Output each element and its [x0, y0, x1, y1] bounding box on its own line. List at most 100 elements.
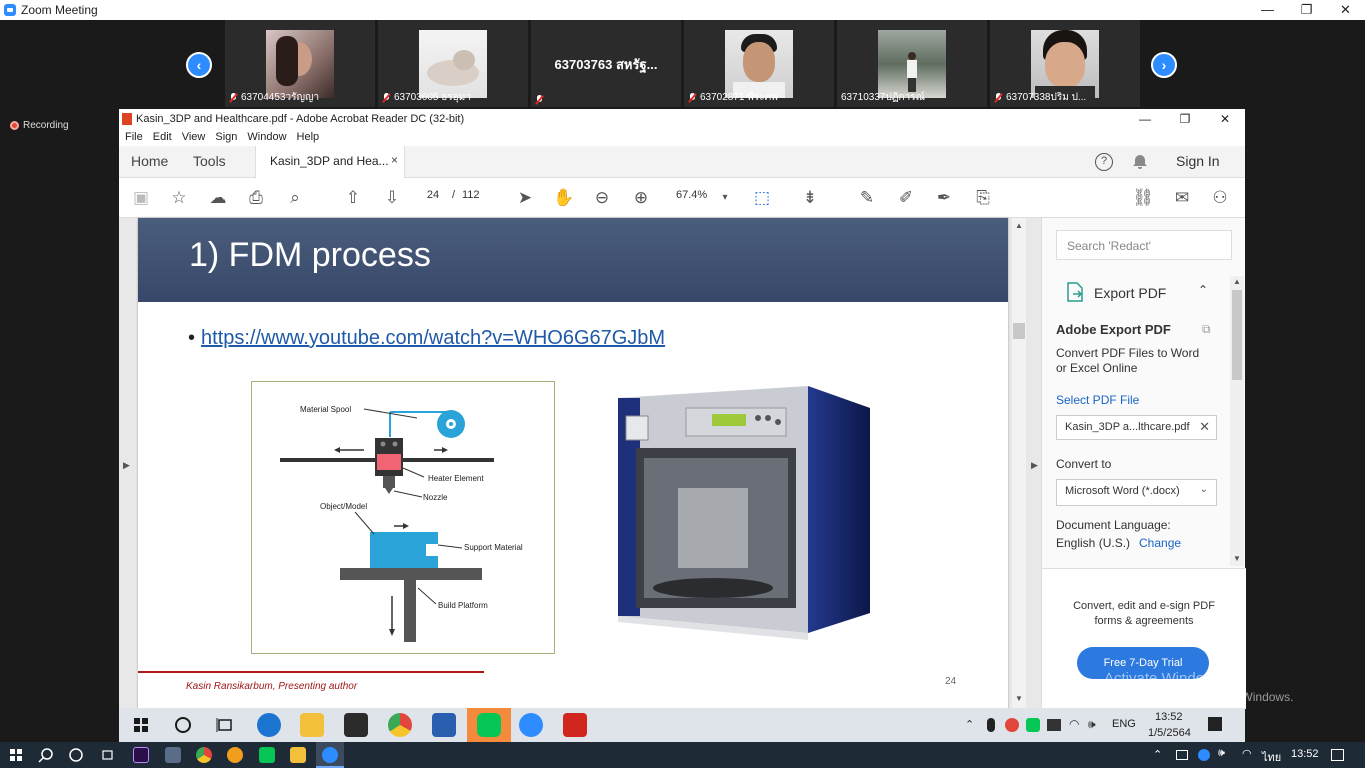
scroll-down-icon[interactable]: ▼: [1015, 694, 1023, 703]
select-cursor-icon[interactable]: ➤: [514, 187, 536, 209]
copy-icon[interactable]: ⧉: [1202, 322, 1211, 337]
selected-file-field[interactable]: Kasin_3DP a...lthcare.pdf ✕: [1056, 415, 1217, 440]
acrobat-close-button[interactable]: ✕: [1205, 109, 1245, 129]
tray-chevron-icon[interactable]: ⌃: [965, 718, 974, 731]
left-pane-toggle-icon[interactable]: ▶: [123, 460, 130, 471]
page-down-icon[interactable]: ⇩: [381, 187, 403, 209]
wifi-icon[interactable]: ◠: [1242, 747, 1252, 760]
zoom-out-magnifier-icon[interactable]: ⌕: [284, 187, 306, 209]
help-icon[interactable]: ?: [1095, 153, 1113, 171]
search-icon[interactable]: [38, 747, 54, 763]
line-app-active-icon[interactable]: [467, 708, 511, 742]
task-view-icon[interactable]: [99, 747, 115, 763]
tab-home[interactable]: Home: [131, 153, 168, 169]
save-icon[interactable]: ▣: [130, 187, 152, 209]
speaker-icon[interactable]: 🕪: [1218, 747, 1225, 760]
notification-icon[interactable]: [1331, 749, 1344, 761]
select-pdf-file-link[interactable]: Select PDF File: [1056, 393, 1139, 407]
tools-pane-scrollbar[interactable]: ▲ ▼: [1230, 276, 1244, 566]
email-icon[interactable]: ✉: [1171, 187, 1193, 209]
document-viewport[interactable]: ▶ 1) FDM process • https://www.youtube.co…: [119, 218, 1041, 709]
app-icon[interactable]: [165, 747, 181, 763]
page-up-icon[interactable]: ⇧: [342, 187, 364, 209]
inner-clock-time[interactable]: 13:52: [1155, 711, 1183, 723]
gallery-prev-button[interactable]: ‹: [186, 52, 212, 78]
input-language[interactable]: ENG: [1112, 718, 1136, 730]
scroll-down-icon[interactable]: ▼: [1233, 554, 1241, 563]
windows-start-icon[interactable]: [8, 747, 24, 763]
scroll-mode-icon[interactable]: ⇟: [799, 187, 821, 209]
word-icon[interactable]: [432, 713, 456, 737]
zoom-tray-icon[interactable]: [1198, 749, 1210, 761]
tab-document[interactable]: Kasin_3DP and Hea... ×: [255, 146, 405, 178]
file-explorer-icon[interactable]: [300, 713, 324, 737]
input-language[interactable]: ไทย: [1262, 748, 1281, 766]
app-orange-icon[interactable]: [227, 747, 243, 763]
tab-tools[interactable]: Tools: [193, 153, 226, 169]
upload-cloud-icon[interactable]: ☁: [207, 187, 229, 209]
menu-sign[interactable]: Sign: [215, 129, 237, 146]
tray-chevron-icon[interactable]: ⌃: [1153, 748, 1162, 761]
search-redact-input[interactable]: Search 'Redact': [1056, 230, 1232, 260]
scrollbar-thumb[interactable]: [1232, 290, 1242, 380]
right-pane-toggle-icon[interactable]: ▶: [1031, 460, 1038, 471]
sign-pen-icon[interactable]: ✒: [933, 187, 955, 209]
zoom-level[interactable]: 67.4%: [676, 189, 707, 201]
acrobat-app-icon[interactable]: [563, 713, 587, 737]
zoom-minus-icon[interactable]: ⊖: [591, 187, 613, 209]
zoom-dropdown-chevron-icon[interactable]: ▾: [714, 187, 736, 209]
remove-file-icon[interactable]: ✕: [1199, 419, 1210, 435]
menu-file[interactable]: File: [125, 129, 143, 146]
participant-tile[interactable]: 63707338ปริม ป...: [990, 20, 1140, 107]
microphone-icon[interactable]: [987, 718, 995, 732]
fit-page-icon[interactable]: ⬚: [751, 187, 773, 209]
chrome-icon[interactable]: [196, 747, 212, 763]
sign-in-link[interactable]: Sign In: [1176, 153, 1220, 169]
share-link-icon[interactable]: ⛓: [1132, 187, 1154, 209]
line-app-icon[interactable]: [259, 747, 275, 763]
highlight-pen-icon[interactable]: ✐: [895, 187, 917, 209]
speaker-icon[interactable]: 🕪: [1088, 717, 1096, 732]
windows-start-icon[interactable]: [129, 713, 153, 737]
acrobat-minimize-button[interactable]: —: [1125, 109, 1165, 129]
menu-help[interactable]: Help: [297, 129, 320, 146]
tray-app-icon[interactable]: [1005, 718, 1019, 732]
export-pdf-header[interactable]: Export PDF ⌃: [1042, 273, 1246, 313]
line-tray-icon[interactable]: [1026, 718, 1040, 732]
wifi-icon[interactable]: ◠: [1069, 717, 1079, 731]
gallery-next-button[interactable]: ›: [1151, 52, 1177, 78]
menu-window[interactable]: Window: [247, 129, 286, 146]
zoom-plus-icon[interactable]: ⊕: [630, 187, 652, 209]
network-icon[interactable]: [1047, 719, 1061, 731]
search-circle-icon[interactable]: [171, 713, 195, 737]
participant-tile[interactable]: 63710337ปฏิการณ์: [837, 20, 987, 107]
participant-tile[interactable]: 63702871 พีระภพ: [684, 20, 834, 107]
scroll-up-icon[interactable]: ▲: [1015, 221, 1023, 230]
tab-close-icon[interactable]: ×: [391, 153, 398, 167]
comment-icon[interactable]: ✎: [856, 187, 878, 209]
chevron-up-icon[interactable]: ⌃: [1198, 283, 1208, 297]
youtube-link[interactable]: https://www.youtube.com/watch?v=WHO6G67G…: [201, 327, 665, 349]
zoom-app-icon[interactable]: [519, 713, 543, 737]
file-explorer-icon[interactable]: [290, 747, 306, 763]
add-user-icon[interactable]: ⚇: [1209, 187, 1231, 209]
stamp-icon[interactable]: ⎘: [972, 187, 994, 209]
task-view-icon[interactable]: [213, 713, 237, 737]
battery-icon[interactable]: [1176, 750, 1188, 760]
recording-indicator[interactable]: Recording: [10, 120, 69, 131]
zoom-maximize-button[interactable]: ❐: [1287, 0, 1326, 20]
document-scrollbar[interactable]: ▲ ▼: [1012, 218, 1026, 709]
hand-tool-icon[interactable]: ✋: [553, 187, 575, 209]
zoom-minimize-button[interactable]: —: [1248, 0, 1287, 20]
premiere-icon[interactable]: [133, 747, 149, 763]
bell-icon[interactable]: [1132, 154, 1148, 170]
participant-tile[interactable]: 63703605 ธรอุมา: [378, 20, 528, 107]
inner-clock-date[interactable]: 1/5/2564: [1148, 727, 1191, 739]
zoom-taskbar-active[interactable]: [316, 742, 344, 768]
current-page-input[interactable]: 24: [419, 189, 447, 201]
zoom-close-button[interactable]: ✕: [1326, 0, 1365, 20]
print-icon[interactable]: ⎙: [245, 187, 267, 209]
format-select[interactable]: Microsoft Word (*.docx) ⌄: [1056, 479, 1217, 506]
bookmark-star-icon[interactable]: ☆: [168, 187, 190, 209]
edge-browser-icon[interactable]: [257, 713, 281, 737]
